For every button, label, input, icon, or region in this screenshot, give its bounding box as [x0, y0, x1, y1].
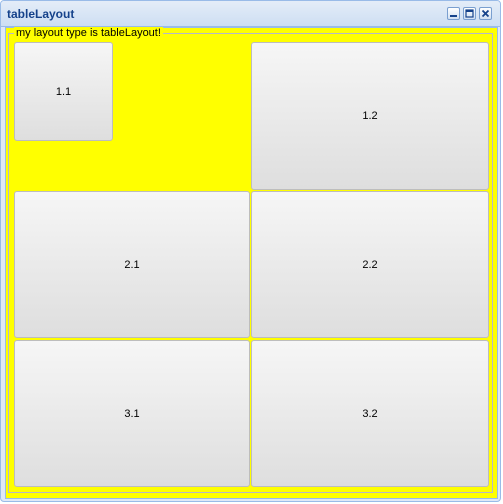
button-2-2[interactable]: 2.2 — [251, 191, 489, 338]
maximize-icon[interactable] — [463, 7, 476, 20]
close-icon[interactable] — [479, 7, 492, 20]
button-1-1[interactable]: 1.1 — [14, 42, 113, 141]
button-3-1[interactable]: 3.1 — [14, 340, 250, 487]
button-2-1[interactable]: 2.1 — [14, 191, 250, 338]
window-title: tableLayout — [7, 7, 75, 21]
minimize-icon[interactable] — [447, 7, 460, 20]
button-1-2[interactable]: 1.2 — [251, 42, 489, 190]
window-titlebar[interactable]: tableLayout — [1, 1, 500, 27]
button-3-2[interactable]: 3.2 — [251, 340, 489, 487]
fieldset-legend: my layout type is tableLayout! — [14, 27, 163, 40]
